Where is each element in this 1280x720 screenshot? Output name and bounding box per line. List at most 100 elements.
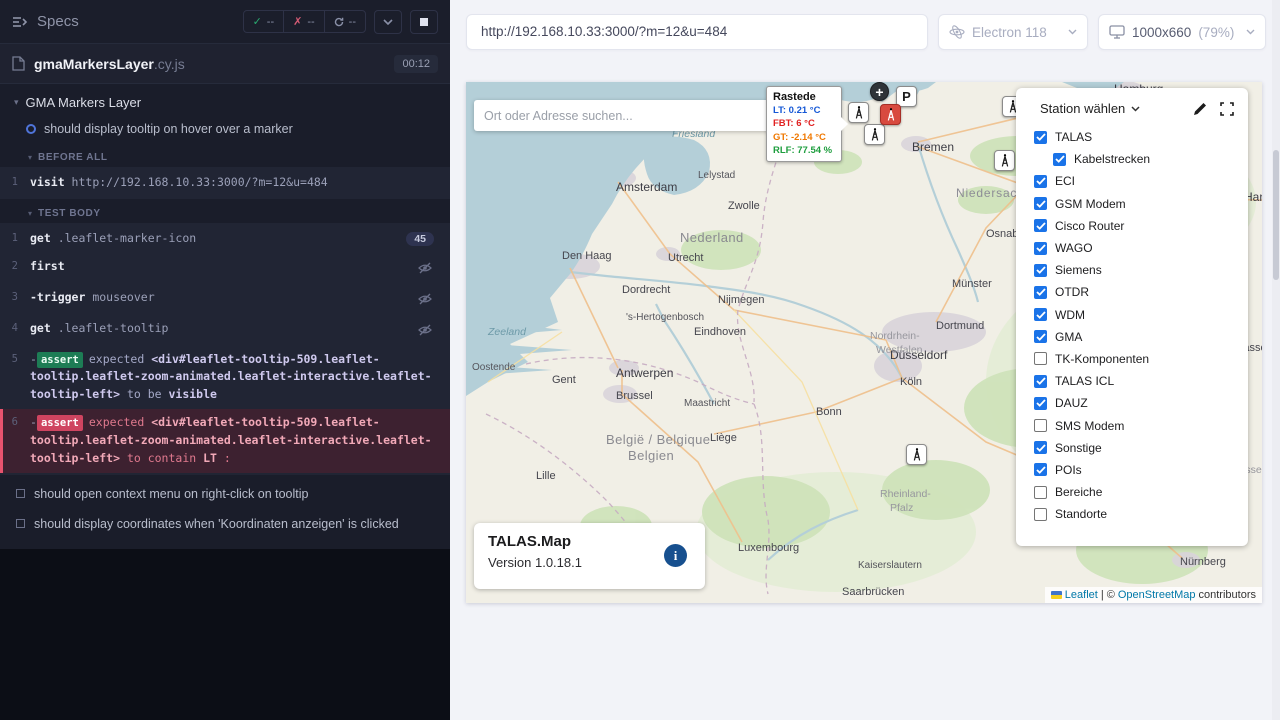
station-marker-active-icon[interactable]: [880, 104, 901, 125]
osm-link[interactable]: OpenStreetMap: [1118, 589, 1196, 601]
station-marker-icon[interactable]: [864, 124, 885, 145]
station-dropdown[interactable]: Station wählen: [1040, 101, 1125, 116]
checkbox-checked[interactable]: [1034, 330, 1047, 343]
station-checklist: TALAS Kabelstrecken ECI GSM ModemCisco Rout…: [1034, 126, 1234, 525]
caret-down-icon: ▾: [28, 153, 32, 162]
command-row[interactable]: 6-assertexpected <div#leaflet-tooltip-50…: [0, 409, 450, 472]
collapse-all-button[interactable]: [374, 10, 402, 34]
pending-test-icon: [16, 489, 25, 498]
checkbox-checked[interactable]: [1034, 264, 1047, 277]
checkbox-checked[interactable]: [1034, 242, 1047, 255]
command-number: 3: [0, 289, 30, 306]
checkbox-checked[interactable]: [1034, 441, 1047, 454]
checkbox-checked[interactable]: [1034, 308, 1047, 321]
command-name: visit: [30, 175, 65, 189]
layer-item[interactable]: ECI: [1034, 170, 1234, 192]
assert-badge: assert: [37, 415, 83, 431]
pending-test-row[interactable]: should display coordinates when 'Koordin…: [0, 509, 450, 539]
app-stage: http://192.168.10.33:3000/?m=12&u=484 El…: [450, 0, 1280, 720]
checkbox-unchecked[interactable]: [1034, 508, 1047, 521]
checkbox-checked[interactable]: [1034, 375, 1047, 388]
command-args: http://192.168.10.33:3000/?m=12&u=484: [65, 175, 328, 189]
layer-item[interactable]: Sonstige: [1034, 437, 1234, 459]
command-number: 2: [0, 258, 30, 275]
leaflet-tooltip[interactable]: Rastede LT: 0.21 °CFBT: 6 °CGT: -2.14 °C…: [766, 86, 842, 162]
checkbox-checked[interactable]: [1034, 219, 1047, 232]
layer-label: ECI: [1055, 174, 1075, 188]
test-stats: ✓-- ✗-- --: [243, 10, 366, 33]
layer-item[interactable]: WDM: [1034, 304, 1234, 326]
layer-label: TALAS: [1055, 130, 1092, 144]
layer-item[interactable]: Bereiche: [1034, 481, 1234, 503]
spec-name: gmaMarkersLayer: [34, 56, 154, 72]
plus-marker-icon[interactable]: +: [870, 82, 889, 101]
checkbox-unchecked[interactable]: [1034, 352, 1047, 365]
pending-test-row[interactable]: should open context menu on right-click …: [0, 479, 450, 509]
assert-text: to be: [120, 387, 168, 401]
layer-item[interactable]: Cisco Router: [1034, 215, 1234, 237]
station-marker-icon[interactable]: [906, 444, 927, 465]
running-test-icon: [26, 124, 36, 134]
layer-item[interactable]: Siemens: [1034, 259, 1234, 281]
before-all-hook[interactable]: ▾ BEFORE ALL: [0, 143, 450, 167]
stop-button[interactable]: [410, 10, 438, 34]
layer-item[interactable]: TALAS ICL: [1034, 370, 1234, 392]
layer-item[interactable]: DAUZ: [1034, 392, 1234, 414]
hidden-eye-icon: [418, 323, 432, 341]
test-body-hook[interactable]: ▾ TEST BODY: [0, 199, 450, 223]
layer-label: TALAS ICL: [1055, 374, 1114, 388]
checkbox-checked[interactable]: [1053, 153, 1066, 166]
layer-item[interactable]: TK-Komponenten: [1034, 348, 1234, 370]
chevron-down-icon[interactable]: [1131, 106, 1140, 112]
layer-label: OTDR: [1055, 285, 1089, 299]
command-row[interactable]: 1get .leaflet-marker-icon45: [0, 225, 450, 253]
checkbox-checked[interactable]: [1034, 175, 1047, 188]
checkbox-checked[interactable]: [1034, 463, 1047, 476]
suite-row[interactable]: ▾ GMA Markers Layer: [0, 84, 450, 117]
command-row[interactable]: 5-assertexpected <div#leaflet-tooltip-50…: [0, 346, 450, 409]
layer-item[interactable]: GMA: [1034, 326, 1234, 348]
checkbox-checked[interactable]: [1034, 131, 1047, 144]
checkbox-checked[interactable]: [1034, 286, 1047, 299]
attribution-separator: | ©: [1101, 589, 1115, 601]
checkbox-checked[interactable]: [1034, 197, 1047, 210]
specs-title: Specs: [37, 13, 79, 30]
layer-item[interactable]: POIs: [1034, 459, 1234, 481]
expand-icon[interactable]: [1220, 102, 1234, 116]
url-bar[interactable]: http://192.168.10.33:3000/?m=12&u=484: [466, 14, 928, 50]
layer-item[interactable]: GSM Modem: [1034, 193, 1234, 215]
layer-item[interactable]: Kabelstrecken: [1053, 148, 1234, 170]
station-marker-icon[interactable]: [994, 150, 1015, 171]
command-row[interactable]: 4get .leaflet-tooltip: [0, 315, 450, 346]
command-name: get: [30, 321, 51, 335]
checkbox-unchecked[interactable]: [1034, 419, 1047, 432]
spec-file-icon: [12, 56, 25, 71]
layer-item[interactable]: TALAS: [1034, 126, 1234, 148]
command-row[interactable]: 1visit http://192.168.10.33:3000/?m=12&u…: [0, 169, 450, 197]
command-row[interactable]: 2first: [0, 253, 450, 284]
spec-file-row[interactable]: gmaMarkersLayer.cy.js 00:12: [0, 44, 450, 84]
page-scrollbar[interactable]: [1272, 0, 1280, 720]
layer-item[interactable]: OTDR: [1034, 281, 1234, 303]
layer-label: Siemens: [1055, 263, 1102, 277]
scrollbar-thumb[interactable]: [1273, 150, 1279, 280]
edit-pencil-icon[interactable]: [1193, 102, 1207, 116]
info-icon[interactable]: i: [664, 544, 687, 567]
ukraine-flag-icon: [1051, 591, 1062, 599]
active-test-row[interactable]: should display tooltip on hover over a m…: [0, 117, 450, 143]
command-row[interactable]: 3-trigger mouseover: [0, 284, 450, 315]
checkbox-checked[interactable]: [1034, 397, 1047, 410]
search-input[interactable]: [474, 109, 777, 123]
suite-title: GMA Markers Layer: [26, 95, 142, 110]
specs-list-icon[interactable]: [12, 15, 28, 29]
layer-item[interactable]: WAGO: [1034, 237, 1234, 259]
viewport-selector[interactable]: 1000x660 (79%): [1098, 14, 1266, 50]
layer-item[interactable]: Standorte: [1034, 503, 1234, 525]
station-marker-icon[interactable]: [848, 102, 869, 123]
layer-item[interactable]: SMS Modem: [1034, 414, 1234, 436]
leaflet-link[interactable]: Leaflet: [1065, 589, 1098, 601]
checkbox-unchecked[interactable]: [1034, 486, 1047, 499]
pending-test-icon: [16, 519, 25, 528]
check-icon: ✓: [253, 15, 262, 28]
browser-selector[interactable]: Electron 118: [938, 14, 1088, 50]
